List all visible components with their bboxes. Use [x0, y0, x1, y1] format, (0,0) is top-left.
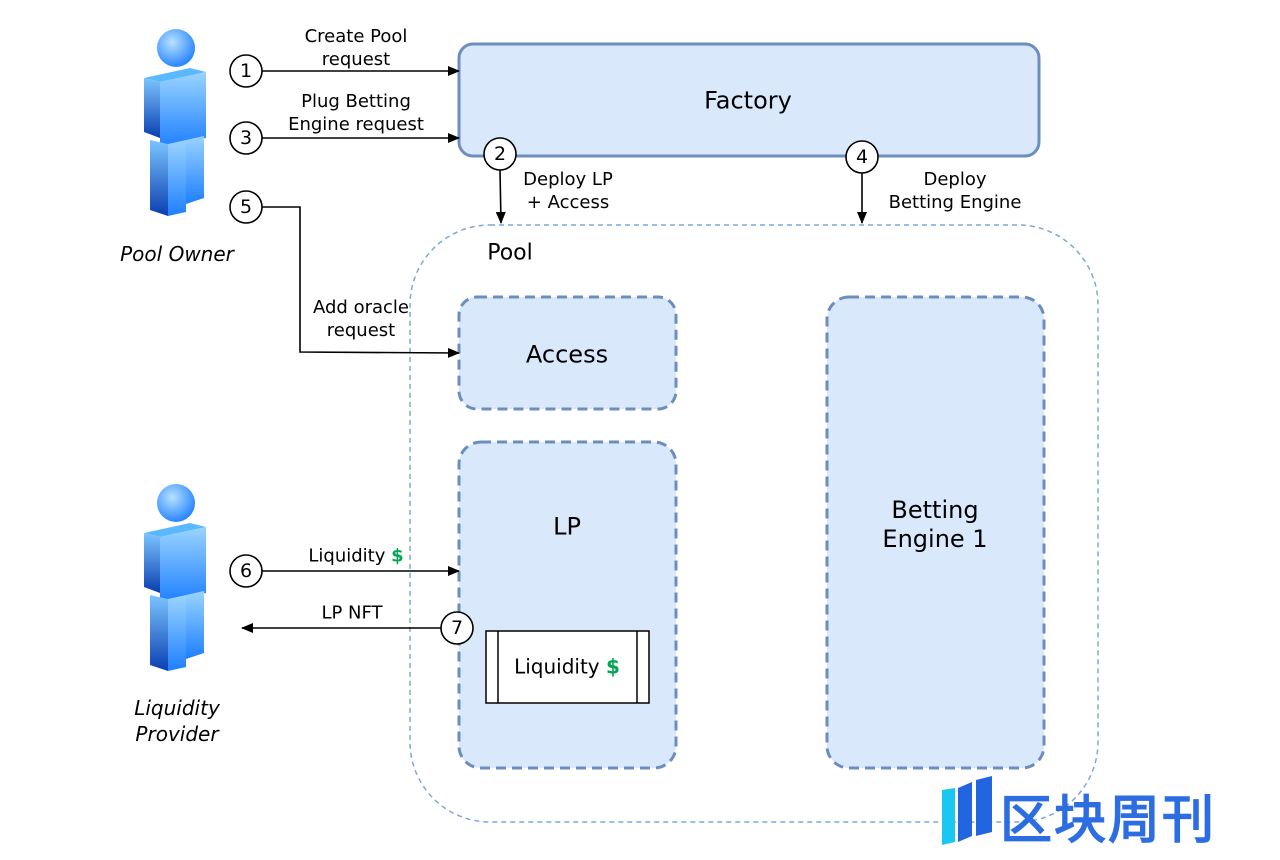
step-2-label: Deploy LP + Access [523, 169, 613, 213]
step-1-label: Create Pool request [304, 26, 408, 70]
lp-label: LP [553, 512, 581, 541]
step-number-1: 1 [239, 60, 253, 82]
access-label: Access [525, 340, 609, 369]
liquidity-provider-label: Liquidity Provider [134, 696, 220, 746]
watermark: 区块周刊 [1000, 791, 1217, 851]
step-5-label: Add oracle request [313, 297, 409, 341]
step-number-3: 3 [239, 127, 253, 149]
pool-label: Pool [487, 240, 533, 266]
pool-owner-label: Pool Owner [120, 242, 234, 266]
watermark-logo-mark [942, 776, 992, 845]
arrow-step-2 [495, 169, 506, 224]
dollar-icon: $ [391, 545, 404, 567]
pool-owner-figure [144, 29, 206, 216]
step-number-5: 5 [239, 196, 253, 218]
step-number-4: 4 [855, 146, 869, 168]
factory-label: Factory [704, 86, 792, 115]
step-4-label: Deploy Betting Engine [888, 169, 1022, 213]
step-number-6: 6 [239, 560, 253, 582]
step-number-7: 7 [450, 617, 464, 639]
step-3-label: Plug Betting Engine request [288, 91, 424, 135]
step-number-2: 2 [493, 143, 507, 165]
dollar-icon: $ [606, 654, 620, 679]
step-6-label: Liquidity $ [308, 545, 404, 567]
liquidity-box-label: Liquidity $ [514, 654, 620, 679]
betting-engine-label: Betting Engine 1 [882, 496, 988, 553]
step-7-label: LP NFT [321, 602, 383, 624]
liquidity-provider-figure [144, 484, 206, 671]
diagram-canvas: 1 2 3 4 5 6 7 Create Pool request Plug Be… [0, 0, 1280, 860]
lp-box [457, 440, 678, 770]
